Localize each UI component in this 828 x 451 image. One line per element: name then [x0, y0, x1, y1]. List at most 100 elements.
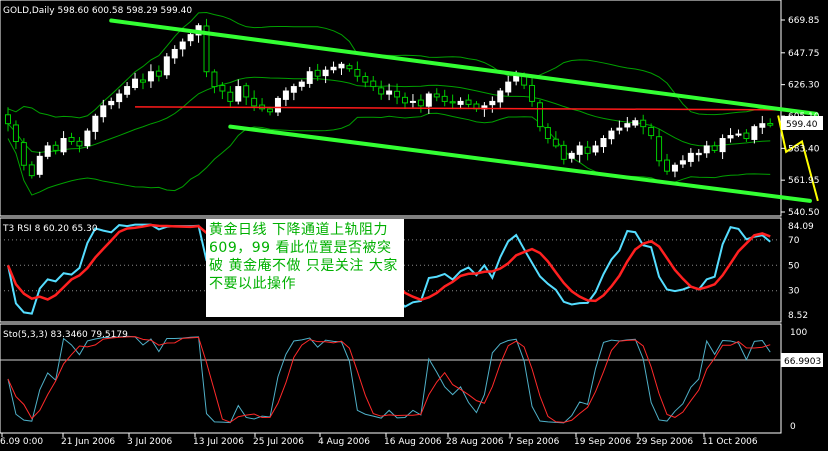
price-panel-header: GOLD,Daily 598.60 600.58 598.29 599.40 [3, 6, 192, 16]
candle-body [386, 90, 393, 95]
candle-body [608, 130, 615, 140]
candle-body [211, 71, 218, 88]
candle-body [20, 142, 27, 166]
candle-body [600, 138, 607, 148]
candle-body [100, 105, 107, 118]
candle-body [648, 126, 655, 137]
candle-body [235, 86, 242, 102]
gold-daily-chart[interactable]: GOLD,Daily 598.60 600.58 598.29 599.40 6… [0, 0, 828, 451]
date-tick-label: 25 Jul 2006 [253, 437, 304, 447]
candle-body [314, 69, 321, 77]
candle-body [529, 84, 536, 102]
current-price-label: 599.40 [786, 120, 818, 130]
candle-body [624, 123, 631, 128]
rsi-tick-label: 8.52 [788, 311, 808, 321]
candle-body [251, 97, 258, 107]
candle-body [584, 146, 591, 154]
candle-body [362, 76, 369, 83]
date-tick-label: 28 Aug 2006 [446, 437, 504, 447]
rsi-header: T3 RSI 8 60.20 65.30 [2, 224, 98, 234]
candle-body [44, 145, 51, 157]
candle-body [536, 102, 543, 128]
candle-body [28, 164, 35, 177]
date-tick-label: 4 Aug 2006 [318, 437, 370, 447]
candle-body [687, 152, 694, 162]
rsi-tick-label: 50 [788, 261, 800, 271]
candle-body [5, 114, 11, 125]
date-tick-label: 6.09 0:00 [0, 437, 43, 447]
candle-body [219, 85, 226, 92]
candle-body [441, 95, 448, 102]
date-tick-label: 7 Sep 2006 [508, 437, 560, 447]
candle-body [695, 152, 702, 156]
candle-body [505, 81, 512, 93]
price-tick-label: 540.50 [788, 208, 820, 218]
sto-tick-label: 0 [790, 422, 796, 432]
candle-body [632, 120, 639, 126]
candle-body [664, 159, 671, 172]
candle-body [703, 145, 710, 154]
stochastic-panel: Sto(5,3,3) 83.3460 79.5179 [0, 323, 782, 434]
candle-body [616, 127, 623, 131]
candle-body [743, 132, 750, 140]
stochastic-panel-frame [0, 323, 782, 434]
candle-body [719, 138, 726, 153]
candle-body [76, 140, 83, 147]
stochastic-header: Sto(5,3,3) 83.3460 79.5179 [3, 330, 128, 340]
candle-body [592, 145, 599, 153]
candle-body [370, 80, 377, 88]
candle-body [544, 127, 551, 140]
date-tick-label: 13 Jul 2006 [193, 437, 244, 447]
candle-body [124, 86, 131, 95]
candle-body [671, 164, 678, 172]
candle-body [346, 65, 353, 70]
candle-body [163, 56, 170, 76]
candle-body [576, 145, 583, 155]
candle-body [116, 93, 123, 103]
candle-body [409, 100, 416, 103]
candle-body [497, 90, 504, 103]
price-tick-label: 561.95 [788, 176, 820, 186]
rsi-tick-label: 84.09 [788, 222, 814, 232]
candle-body [465, 99, 472, 105]
date-tick-label: 11 Oct 2006 [702, 437, 758, 447]
rsi-tick-label: 70 [788, 236, 800, 246]
candle-body [92, 115, 99, 132]
date-tick-label: 16 Aug 2006 [384, 437, 442, 447]
candle-body [60, 138, 67, 153]
candle-body [433, 93, 440, 98]
candle-body [147, 71, 154, 82]
price-tick-label: 647.75 [788, 49, 820, 59]
candle-body [171, 48, 178, 59]
date-tick-label: 3 Jul 2006 [127, 437, 172, 447]
candle-body [306, 71, 313, 84]
candle-body [711, 145, 718, 151]
candle-body [132, 78, 139, 89]
sto-tick-label: 100 [790, 328, 807, 338]
candle-body [179, 41, 186, 50]
candle-body [425, 93, 432, 107]
candle-body [394, 90, 401, 98]
date-tick-label: 21 Jun 2006 [61, 437, 115, 447]
candle-body [243, 85, 250, 98]
candle-body [656, 136, 663, 162]
candle-body [84, 130, 91, 147]
candle-body [290, 86, 297, 93]
price-tick-label: 669.85 [788, 16, 820, 26]
candle-body [417, 99, 424, 107]
sto-level-label: 66.9903 [784, 357, 821, 367]
candle-body [640, 119, 647, 128]
date-axis: 6.09 0:00 21 Jun 2006 3 Jul 2006 13 Jul 200… [0, 433, 758, 447]
price-tick-label: 583.40 [788, 144, 820, 154]
candle-body [12, 124, 19, 142]
candle-body [227, 91, 234, 102]
candle-body [36, 155, 43, 175]
rsi-axis: 84.09 70 50 30 8.52 [788, 222, 814, 321]
price-panel: GOLD,Daily 598.60 600.58 598.29 599.40 [0, 0, 819, 217]
candle-body [52, 144, 59, 151]
candle-body [727, 135, 734, 139]
candle-body [322, 69, 329, 77]
candle-body [274, 97, 281, 113]
candle-body [513, 75, 520, 82]
candle-body [560, 144, 567, 160]
